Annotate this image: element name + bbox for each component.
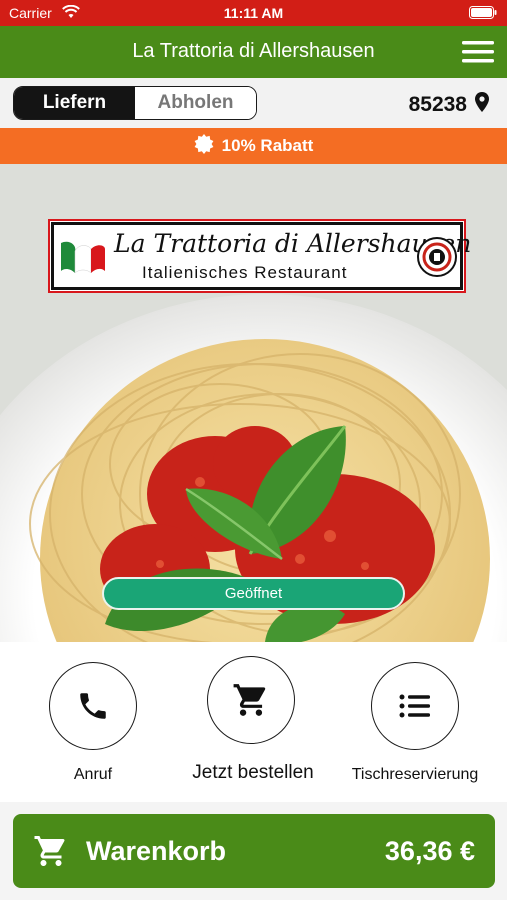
action-row: Anruf Jetzt bestellen Tischreservierung: [0, 642, 507, 802]
status-bar: Carrier 11:11 AM: [0, 0, 507, 26]
badge-icon: [194, 133, 214, 159]
table-reservation-button[interactable]: Tischreservierung: [330, 642, 500, 802]
cart-total: 36,36 €: [384, 836, 475, 866]
phone-icon: [49, 662, 137, 750]
italian-flag-icon: [61, 241, 105, 274]
seal-icon: [417, 237, 457, 277]
call-label: Anruf: [73, 766, 113, 783]
clock-time: 11:11 AM: [223, 5, 284, 21]
hamburger-menu-icon[interactable]: [461, 38, 495, 66]
zip-code-selector[interactable]: 85238: [409, 92, 489, 118]
discount-banner: 10% Rabatt: [0, 128, 507, 164]
cart-icon: [207, 656, 295, 744]
location-pin-icon: [475, 92, 489, 118]
cart-icon: [33, 833, 69, 874]
table-reservation-label: Tischreservierung: [351, 766, 479, 783]
order-now-label: Jetzt bestellen: [192, 762, 314, 783]
order-mode-toggle: Liefern Abholen: [13, 86, 257, 120]
order-mode-row: Liefern Abholen 85238: [0, 78, 507, 128]
list-icon: [371, 662, 459, 750]
restaurant-logo: La Trattoria di Allershausen Italienisch…: [48, 219, 471, 293]
hero-image: La Trattoria di Allershausen Italienisch…: [0, 164, 507, 642]
logo-subtitle: Italienisches Restaurant: [142, 263, 348, 282]
cart-label: Warenkorb: [86, 836, 227, 866]
pickup-tab[interactable]: Abholen: [135, 87, 256, 119]
order-now-button[interactable]: Jetzt bestellen: [168, 642, 338, 802]
call-button[interactable]: Anruf: [8, 642, 178, 802]
page-title: La Trattoria di Allershausen: [132, 40, 375, 62]
app-header: La Trattoria di Allershausen: [0, 26, 507, 78]
delivery-tab[interactable]: Liefern: [14, 87, 135, 119]
cart-button[interactable]: Warenkorb 36,36 €: [13, 814, 495, 888]
zip-code: 85238: [408, 93, 467, 116]
open-status-badge[interactable]: Geöffnet: [102, 577, 405, 610]
discount-text: 10% Rabatt: [221, 136, 314, 155]
battery-icon: [469, 6, 497, 22]
cart-area: Warenkorb 36,36 €: [0, 802, 507, 900]
